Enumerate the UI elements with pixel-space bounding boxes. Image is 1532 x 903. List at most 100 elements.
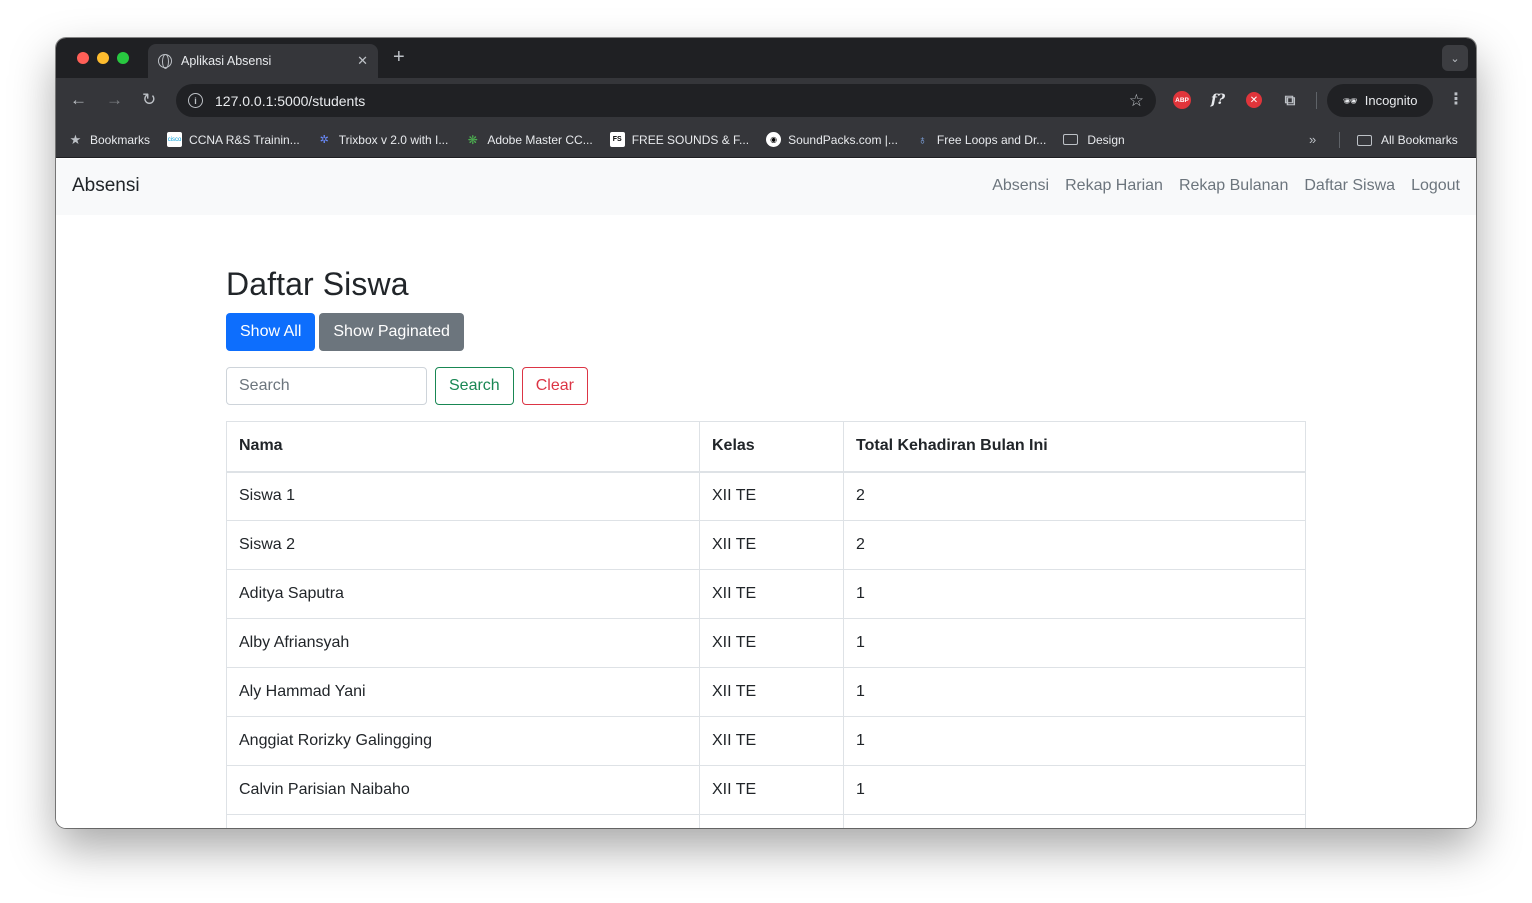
bookmark-item[interactable]: ★ Bookmarks [68,132,150,147]
main-content: Daftar Siswa Show All Show Paginated Sea… [226,266,1306,828]
close-tab-icon[interactable]: ✕ [357,53,368,69]
table-row-partial [226,814,1306,828]
soundpacks-icon: ◉ [766,132,782,147]
table-row: Calvin Parisian Naibaho XII TE 1 [226,765,1306,815]
bookmark-label: SoundPacks.com |... [788,132,898,147]
tab-strip: Aplikasi Absensi ✕ + ⌄ [56,38,1476,78]
web-page: Absensi Absensi Rekap Harian Rekap Bulan… [56,159,1476,828]
bookmark-folder-design[interactable]: Design [1063,132,1125,147]
table-row: Siswa 1 XII TE 2 [226,471,1306,521]
table-row: Aly Hammad Yani XII TE 1 [226,667,1306,717]
incognito-icon: 🕶 [1342,93,1358,108]
nav-link-logout[interactable]: Logout [1411,177,1460,195]
back-arrow-icon[interactable]: ← [70,90,87,110]
table-row: Siswa 2 XII TE 2 [226,520,1306,570]
cell-kelas: XII TE [699,667,844,717]
new-tab-button[interactable]: + [393,46,405,69]
address-bar[interactable]: i 127.0.0.1:5000/students ☆ [176,84,1156,117]
bookmark-label: Adobe Master CC... [487,132,593,147]
nav-links: Absensi Rekap Harian Rekap Bulanan Dafta… [992,177,1460,195]
bookmark-star-icon[interactable]: ☆ [1129,91,1144,111]
cell-kelas [699,814,844,828]
bookmark-label: Bookmarks [90,132,151,147]
page-title: Daftar Siswa [226,266,409,302]
table-row: Anggiat Rorizky Galingging XII TE 1 [226,716,1306,766]
maximize-window-button[interactable] [117,52,129,64]
tab-search-button[interactable]: ⌄ [1442,45,1468,71]
close-extension-icon[interactable]: ✕ [1246,92,1262,108]
browser-toolbar: ← → ↻ i 127.0.0.1:5000/students ☆ ABP f?… [56,78,1476,122]
tab-title: Aplikasi Absensi [181,54,272,68]
navbar: Absensi Absensi Rekap Harian Rekap Bulan… [56,159,1476,215]
bookmark-label: FREE SOUNDS & F... [631,132,750,147]
cell-total: 1 [843,569,1306,619]
cell-kelas: XII TE [699,716,844,766]
show-all-button[interactable]: Show All [226,313,316,351]
cell-nama: Aditya Saputra [226,569,700,619]
nav-link-daftar-siswa[interactable]: Daftar Siswa [1304,177,1395,195]
adobe-icon: ❋ [467,132,478,147]
search-input[interactable]: Search [226,367,427,405]
more-bookmarks-icon[interactable]: » [1309,132,1316,147]
bookmark-label: Free Loops and Dr... [936,132,1047,147]
column-header-kelas: Kelas [699,421,844,473]
toolbar-divider [1316,92,1317,109]
students-table: Nama Kelas Total Kehadiran Bulan Ini Sis… [226,421,1306,828]
clear-button[interactable]: Clear [521,367,588,405]
bookmark-item[interactable]: ❋ Adobe Master CC... [465,132,593,147]
column-header-total-kehadiran: Total Kehadiran Bulan Ini [843,421,1306,473]
navbar-brand[interactable]: Absensi [72,175,140,197]
nav-link-rekap-harian[interactable]: Rekap Harian [1065,177,1163,195]
cell-total: 1 [843,716,1306,766]
table-header-row: Nama Kelas Total Kehadiran Bulan Ini [226,421,1306,473]
incognito-indicator[interactable]: 🕶 Incognito [1327,84,1433,117]
cell-nama: Alby Afriansyah [226,618,700,668]
browser-menu-icon[interactable]: ⋮ [1448,89,1464,109]
extensions-puzzle-icon[interactable]: ⧉ [1281,91,1299,109]
cell-nama: Calvin Parisian Naibaho [226,765,700,815]
bookmarks-divider [1339,132,1340,148]
url-text[interactable]: 127.0.0.1:5000/students [215,93,1129,109]
cell-total: 2 [843,471,1306,521]
minimize-window-button[interactable] [97,52,109,64]
browser-tab[interactable]: Aplikasi Absensi ✕ [148,44,378,78]
bookmark-item[interactable]: cisco CCNA R&S Trainin... [167,132,300,147]
bookmark-item[interactable]: ◉ SoundPacks.com |... [766,132,898,147]
forward-arrow-icon[interactable]: → [106,90,123,110]
bookmark-item[interactable]: FS FREE SOUNDS & F... [609,132,750,147]
view-toggle-buttons: Show All Show Paginated [226,313,1306,351]
cell-total: 1 [843,618,1306,668]
adblock-extension-icon[interactable]: ABP [1173,91,1191,109]
table-row: Alby Afriansyah XII TE 1 [226,618,1306,668]
cell-kelas: XII TE [699,471,844,521]
incognito-label: Incognito [1364,93,1418,108]
all-bookmarks-label: All Bookmarks [1381,133,1458,147]
star-icon: ★ [69,131,82,147]
reload-icon[interactable]: ↻ [142,90,156,110]
all-bookmarks-button[interactable]: All Bookmarks [1357,122,1458,158]
browser-window: Aplikasi Absensi ✕ + ⌄ ← → ↻ i 127.0.0.1… [56,38,1476,828]
site-info-icon[interactable]: i [188,93,203,108]
cell-total: 2 [843,520,1306,570]
cell-kelas: XII TE [699,569,844,619]
folder-icon [1357,134,1372,146]
formula-extension-icon[interactable]: f? [1208,91,1228,109]
search-form: Search Search Clear [226,367,1306,405]
cell-total: 1 [843,765,1306,815]
bookmark-label: Design [1087,132,1125,147]
cell-nama: Aly Hammad Yani [226,667,700,717]
trixbox-icon: ✲ [319,134,329,146]
cell-kelas: XII TE [699,520,844,570]
search-button[interactable]: Search [435,367,514,405]
cell-kelas: XII TE [699,618,844,668]
bookmark-item[interactable]: ♁ Free Loops and Dr... [915,132,1046,147]
nav-link-absensi[interactable]: Absensi [992,177,1049,195]
cell-total: 1 [843,667,1306,717]
show-paginated-button[interactable]: Show Paginated [319,313,464,351]
bookmark-item[interactable]: ✲ Trixbox v 2.0 with I... [317,132,449,147]
cell-nama [226,814,700,828]
globe-icon [158,54,172,69]
cisco-icon: cisco [167,132,183,147]
nav-link-rekap-bulanan[interactable]: Rekap Bulanan [1179,177,1288,195]
close-window-button[interactable] [77,52,89,64]
